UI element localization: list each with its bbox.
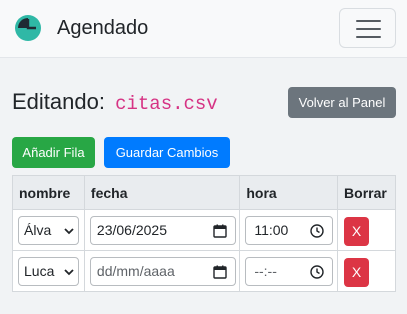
- chevron-down-icon: [64, 228, 74, 235]
- fecha-value: 23/06/2025: [96, 222, 167, 238]
- cell-hora: 11:00: [239, 209, 339, 251]
- title-prefix: Editando:: [12, 89, 105, 114]
- column-header-fecha: fecha: [83, 175, 241, 210]
- column-header-hora: hora: [239, 175, 339, 210]
- hora-input[interactable]: 11:00: [245, 216, 334, 245]
- clock-icon[interactable]: [310, 224, 325, 238]
- back-to-panel-button[interactable]: Volver al Panel: [288, 87, 396, 118]
- hamburger-menu-icon-bar: [356, 36, 381, 38]
- table-row: Álva 23/06/2025 11:00 X: [12, 209, 396, 251]
- hamburger-menu-icon: [356, 20, 381, 22]
- clock-icon[interactable]: [310, 265, 325, 279]
- filename: citas.csv: [115, 93, 218, 115]
- cell-borrar: X: [337, 250, 396, 292]
- clock-icon: [15, 15, 41, 41]
- nombre-value: Luca: [24, 263, 55, 279]
- fecha-input[interactable]: dd/mm/aaaa: [89, 257, 236, 286]
- cell-fecha: 23/06/2025: [83, 209, 241, 251]
- cell-fecha: dd/mm/aaaa: [83, 250, 241, 292]
- calendar-icon[interactable]: [213, 265, 227, 279]
- nombre-select[interactable]: Álva: [18, 216, 79, 245]
- navbar: Agendado: [0, 0, 407, 58]
- save-changes-button[interactable]: Guardar Cambios: [104, 137, 230, 168]
- fecha-input[interactable]: 23/06/2025: [89, 216, 236, 245]
- page-title: Editando: citas.csv: [12, 90, 218, 116]
- hora-placeholder: --:--: [254, 263, 277, 279]
- cell-borrar: X: [337, 209, 396, 251]
- column-header-nombre: nombre: [12, 175, 85, 210]
- cell-hora: --:--: [239, 250, 339, 292]
- fecha-placeholder: dd/mm/aaaa: [96, 263, 175, 279]
- chevron-down-icon: [64, 269, 74, 276]
- cell-nombre: Álva: [12, 209, 85, 251]
- table-header-row: nombre fecha hora Borrar: [12, 175, 396, 210]
- cell-nombre: Luca: [12, 250, 85, 292]
- delete-row-button[interactable]: X: [344, 258, 370, 287]
- hora-value: 11:00: [254, 222, 289, 238]
- csv-table: nombre fecha hora Borrar Álva 23/06/2025: [12, 175, 396, 292]
- menu-toggle-button[interactable]: [339, 8, 396, 48]
- calendar-icon[interactable]: [213, 224, 227, 238]
- hamburger-menu-icon-bar: [356, 28, 381, 30]
- hora-input[interactable]: --:--: [245, 257, 334, 286]
- table-row: Luca dd/mm/aaaa --:-- X: [12, 250, 396, 292]
- column-header-borrar: Borrar: [337, 175, 396, 210]
- nombre-value: Álva: [24, 222, 52, 238]
- nombre-select[interactable]: Luca: [18, 257, 79, 286]
- brand-title[interactable]: Agendado: [57, 15, 148, 41]
- add-row-button[interactable]: Añadir Fila: [12, 137, 95, 168]
- delete-row-button[interactable]: X: [344, 217, 370, 246]
